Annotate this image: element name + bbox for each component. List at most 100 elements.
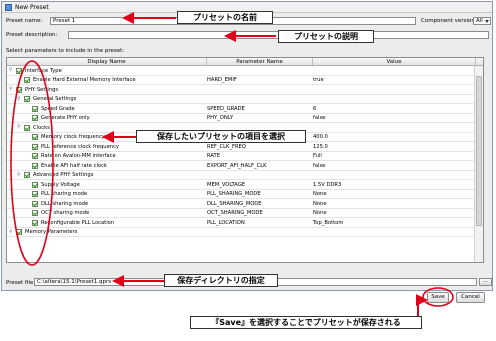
expand-toggle-icon[interactable]: ⚲ [17,96,21,102]
expand-toggle-icon[interactable]: ⚲ [17,172,21,178]
include-checkbox[interactable] [32,210,38,216]
display-name-cell: Reconfigurable PLL Location [7,218,203,227]
select-parameters-label: Select parameters to include in the pres… [6,48,125,54]
component-version-select[interactable]: All [473,17,491,25]
display-name-text: Memory clock frequency [41,134,105,140]
display-name-cell: ⚲ Interface Type [7,66,203,75]
window-title: New Preset [15,4,49,11]
include-checkbox[interactable] [32,200,38,207]
table-row[interactable]: Enable AFI half rate clock EXPORT_AFI_HAL… [7,161,475,171]
include-checkbox[interactable] [24,77,30,83]
include-checkbox[interactable] [16,67,22,74]
table-header: Display Name Parameter Name Value [7,58,483,66]
value-cell: None [313,210,327,216]
table-row[interactable]: DLL sharing mode DLL_SHARING_MODE None [7,199,475,209]
table-row[interactable]: ⚲ PHY Settings [7,85,475,95]
parameter-name-cell: OCT_SHARING_MODE [207,210,263,216]
callout-preset-description: プリセットの説明 [278,30,374,43]
callout-save-directory: 保存ディレクトリの指定 [164,274,278,287]
display-name-cell: PLL sharing mode [7,190,203,199]
display-name-cell: OCT sharing mode [7,209,203,218]
callout-save-note: 『Save』を選択することでプリセットが保存される [190,316,422,329]
display-name-text: Enable AFI half rate clock [41,162,107,169]
table-row[interactable]: ⚲ Memory Parameters [7,228,475,237]
display-name-cell: ⚲ PHY Settings [7,85,203,94]
include-checkbox[interactable] [24,124,30,131]
value-cell: 1.5V DDR3 [313,181,342,188]
include-checkbox[interactable] [32,219,38,226]
include-checkbox[interactable] [32,153,38,159]
value-cell: Top_Bottom [313,219,344,226]
component-version-label: Component version: [421,18,477,24]
display-name-cell: Enable Hard External Memory Interface [7,76,203,85]
display-name-text: Clocks [33,124,50,131]
scrollbar-thumb[interactable] [476,76,482,226]
table-row[interactable]: OCT sharing mode OCT_SHARING_MODE None [7,209,475,218]
parameter-name-cell: PLL_LOCATION [207,219,245,226]
table-row[interactable]: ⚲ General Settings [7,95,475,104]
expand-toggle-icon[interactable]: ⚲ [9,229,13,235]
include-checkbox[interactable] [32,191,38,197]
display-name-cell: PLL reference clock frequency [7,142,203,151]
parameter-name-cell: DLL_SHARING_MODE [207,200,262,207]
table-row[interactable]: Generate PHY only PHY_ONLY false [7,114,475,123]
display-name-text: Speed Grade [41,105,75,112]
display-name-text: OCT sharing mode [41,210,90,216]
table-row[interactable]: PLL reference clock frequency REF_CLK_FRE… [7,142,475,152]
table-row[interactable]: Speed Grade SPEED_GRADE 6 [7,104,475,114]
parameters-table: Display Name Parameter Name Value ⚲ Inter… [6,57,484,263]
column-display-name[interactable]: Display Name [7,58,207,66]
display-name-text: Generate PHY only [41,115,90,121]
include-checkbox[interactable] [24,96,30,102]
include-checkbox[interactable] [24,172,30,178]
table-row[interactable]: ⚲ Interface Type [7,66,475,76]
expand-toggle-icon[interactable]: ⚲ [9,67,13,73]
display-name-text: Enable Hard External Memory Interface [33,77,136,83]
include-checkbox[interactable] [16,229,22,235]
display-name-cell: Generate PHY only [7,114,203,123]
value-cell: 400.0 [313,134,328,140]
save-button[interactable]: Save [427,292,449,303]
value-cell: true [313,77,324,83]
chevron-down-icon [485,20,489,23]
include-checkbox[interactable] [32,162,38,169]
include-checkbox[interactable] [32,181,38,188]
include-checkbox[interactable] [32,115,38,121]
browse-button[interactable]: ... [479,278,492,286]
include-checkbox[interactable] [32,134,38,140]
table-row[interactable]: ⚲ Advanced PHY Settings [7,171,475,180]
display-name-cell: Speed Grade [7,104,203,113]
parameter-name-cell: RATE [207,153,220,159]
display-name-text: Advanced PHY Settings [33,172,94,178]
column-value[interactable]: Value [313,58,476,66]
parameter-name-cell: MEM_VOLTAGE [207,181,246,188]
table-row[interactable]: PLL sharing mode PLL_SHARING_MODE None [7,190,475,199]
display-name-text: PLL reference clock frequency [41,143,119,150]
expand-toggle-icon[interactable]: ⚲ [17,124,21,130]
preset-name-label: Preset name: [6,18,43,24]
value-cell: None [313,191,327,197]
parameter-name-cell: HARD_EMIF [207,77,237,83]
value-cell: false [313,162,326,169]
display-name-cell: ⚲ Advanced PHY Settings [7,171,203,180]
expand-toggle-icon[interactable]: ⚲ [9,86,13,92]
parameter-name-cell: SPEED_GRADE [207,105,245,112]
table-row[interactable]: Enable Hard External Memory Interface HAR… [7,76,475,85]
table-row[interactable]: Rate on Avalon-MM interface RATE Full [7,152,475,161]
parameter-name-cell: PHY_ONLY [207,115,234,121]
value-cell: Full [313,153,322,159]
value-cell: false [313,115,326,121]
include-checkbox[interactable] [16,86,22,93]
table-row[interactable]: Supply Voltage MEM_VOLTAGE 1.5V DDR3 [7,180,475,190]
preset-file-label: Preset file: [6,280,36,286]
display-name-cell: ⚲ General Settings [7,95,203,104]
column-parameter-name[interactable]: Parameter Name [207,58,313,66]
display-name-text: PLL sharing mode [41,191,88,197]
cancel-button[interactable]: Cancel [456,292,485,303]
display-name-cell: Supply Voltage [7,180,203,189]
include-checkbox[interactable] [32,143,38,150]
include-checkbox[interactable] [32,105,38,112]
vertical-scrollbar[interactable] [474,66,483,262]
table-row[interactable]: Reconfigurable PLL Location PLL_LOCATION T… [7,218,475,228]
value-cell: 125.0 [313,143,328,150]
